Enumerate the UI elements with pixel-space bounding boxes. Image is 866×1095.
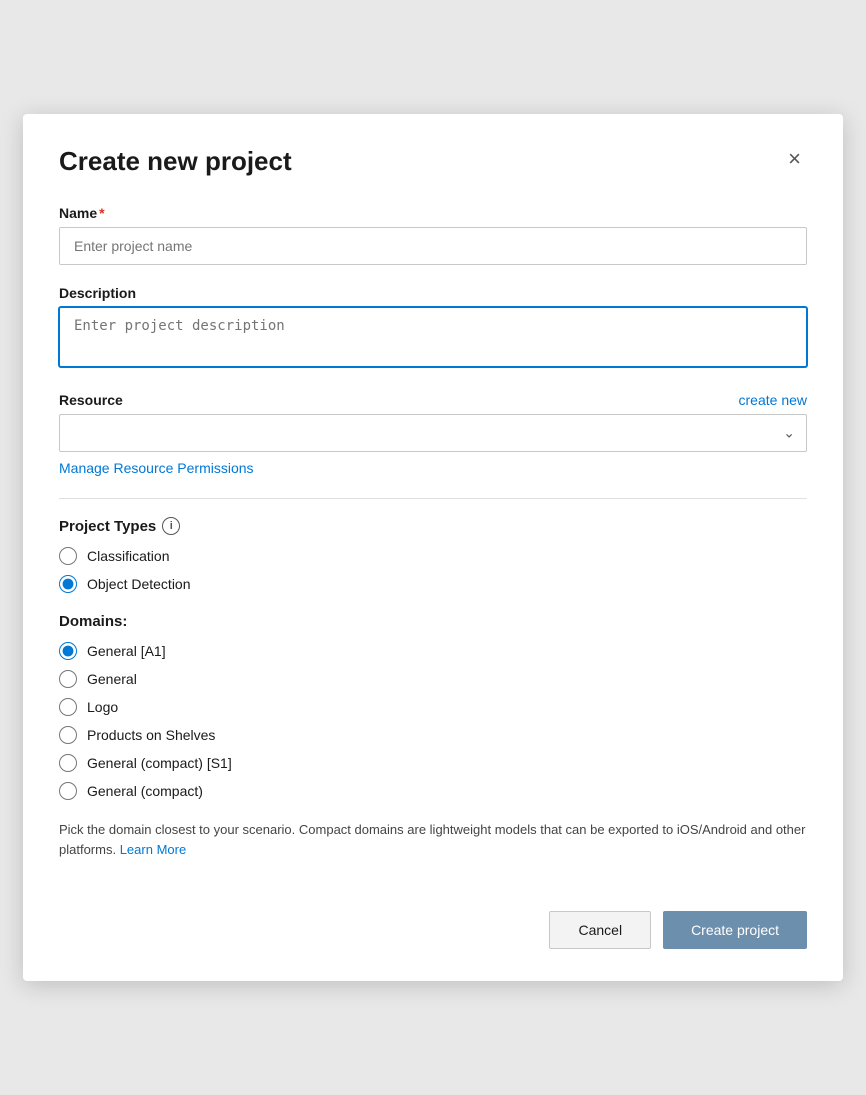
radio-item-general-a1[interactable]: General [A1] (59, 642, 807, 660)
radio-general-compact[interactable] (59, 782, 77, 800)
general-label: General (87, 671, 137, 687)
radio-item-classification[interactable]: Classification (59, 547, 807, 565)
radio-item-general-compact[interactable]: General (compact) (59, 782, 807, 800)
name-input[interactable] (59, 227, 807, 265)
domains-title: Domains: (59, 613, 807, 630)
radio-general-compact-s1[interactable] (59, 754, 77, 772)
resource-header: Resource create new (59, 392, 807, 408)
radio-general-a1[interactable] (59, 642, 77, 660)
description-label: Description (59, 285, 807, 301)
radio-products-on-shelves[interactable] (59, 726, 77, 744)
radio-item-general-compact-s1[interactable]: General (compact) [S1] (59, 754, 807, 772)
domains-radio-group: General [A1] General Logo Products on Sh… (59, 642, 807, 800)
name-label: Name* (59, 205, 807, 221)
radio-item-general[interactable]: General (59, 670, 807, 688)
project-types-radio-group: Classification Object Detection (59, 547, 807, 593)
domains-section: Domains: General [A1] General Logo Produ… (59, 613, 807, 800)
radio-logo[interactable] (59, 698, 77, 716)
radio-general[interactable] (59, 670, 77, 688)
description-field-group: Description (59, 285, 807, 372)
dialog-header: Create new project × (59, 146, 807, 177)
description-input[interactable] (59, 307, 807, 367)
logo-label: Logo (87, 699, 118, 715)
general-compact-label: General (compact) (87, 783, 203, 799)
general-a1-label: General [A1] (87, 643, 166, 659)
radio-object-detection[interactable] (59, 575, 77, 593)
radio-item-logo[interactable]: Logo (59, 698, 807, 716)
cancel-button[interactable]: Cancel (549, 911, 651, 949)
manage-permissions-link[interactable]: Manage Resource Permissions (59, 460, 254, 476)
dialog-footer: Cancel Create project (59, 895, 807, 949)
resource-label: Resource (59, 392, 123, 408)
products-on-shelves-label: Products on Shelves (87, 727, 215, 743)
info-icon: i (162, 517, 180, 535)
radio-item-object-detection[interactable]: Object Detection (59, 575, 807, 593)
resource-select-wrapper: ⌄ (59, 414, 807, 452)
close-button[interactable]: × (782, 146, 807, 172)
learn-more-link[interactable]: Learn More (120, 842, 186, 857)
object-detection-label: Object Detection (87, 576, 191, 592)
project-types-section: Project Types i Classification Object De… (59, 517, 807, 593)
project-types-title: Project Types i (59, 517, 807, 535)
hint-text: Pick the domain closest to your scenario… (59, 820, 807, 859)
dialog-title: Create new project (59, 146, 292, 177)
resource-select[interactable] (59, 414, 807, 452)
divider-1 (59, 498, 807, 499)
name-field-group: Name* (59, 205, 807, 265)
general-compact-s1-label: General (compact) [S1] (87, 755, 232, 771)
radio-classification[interactable] (59, 547, 77, 565)
classification-label: Classification (87, 548, 169, 564)
create-project-dialog: Create new project × Name* Description R… (23, 114, 843, 981)
resource-field-group: Resource create new ⌄ Manage Resource Pe… (59, 392, 807, 478)
required-star: * (99, 205, 104, 221)
create-project-button[interactable]: Create project (663, 911, 807, 949)
create-new-link[interactable]: create new (739, 392, 807, 408)
radio-item-products-on-shelves[interactable]: Products on Shelves (59, 726, 807, 744)
